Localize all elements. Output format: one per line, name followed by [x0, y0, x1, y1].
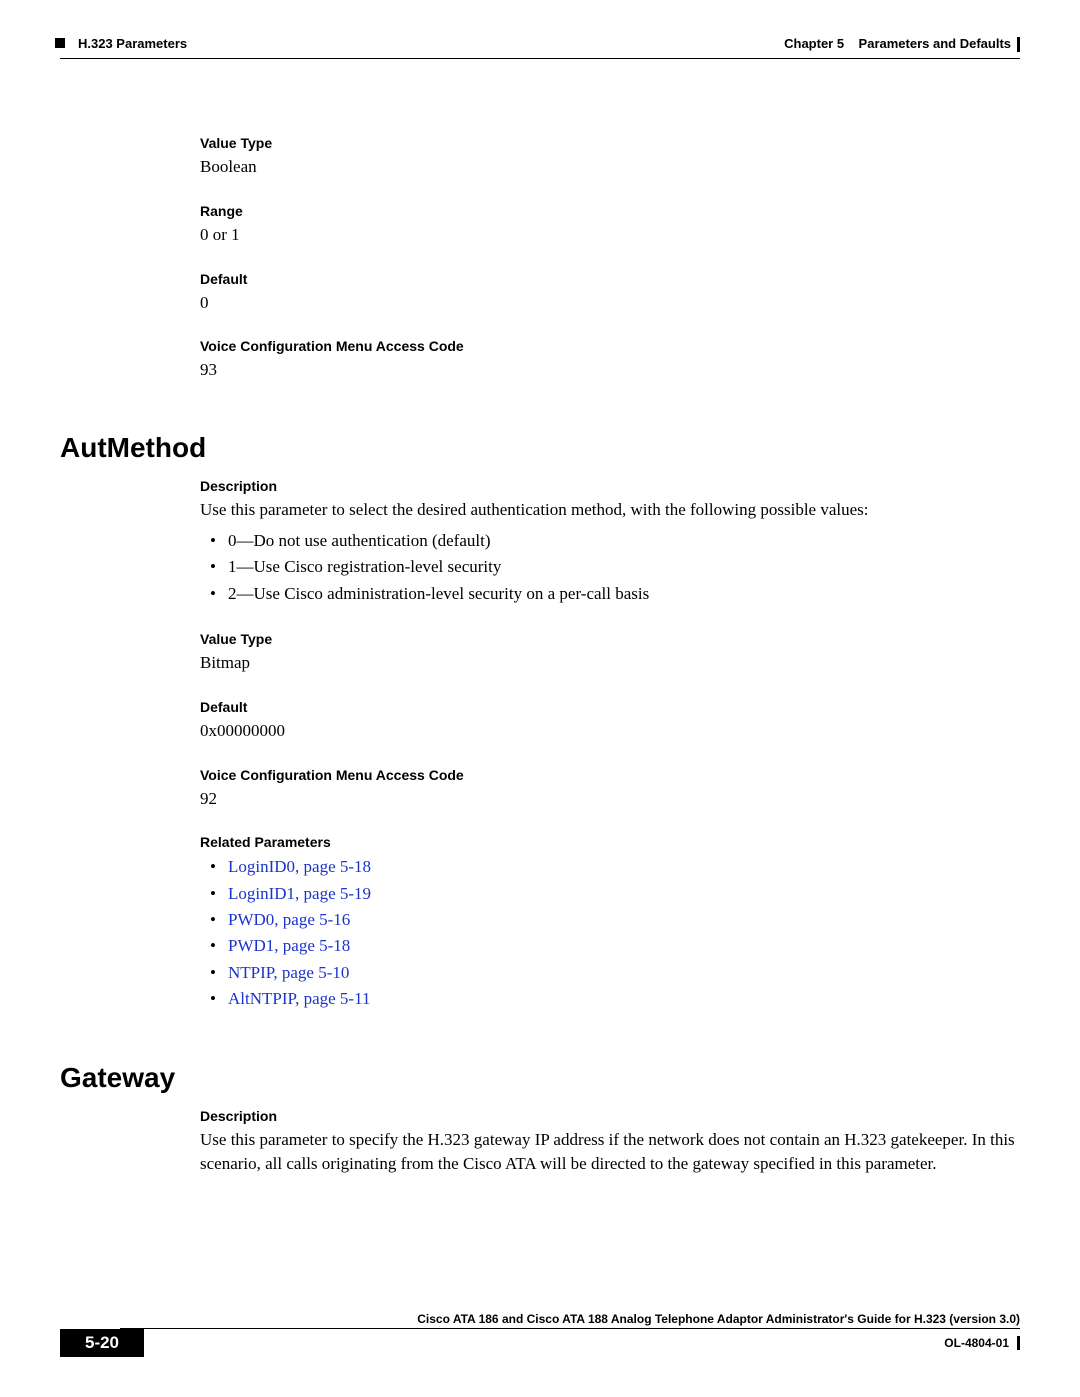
gateway-heading: Gateway: [60, 1062, 1020, 1094]
default-label: Default: [200, 271, 1020, 287]
related-link[interactable]: LoginID1, page 5-19: [228, 884, 371, 903]
default-value: 0x00000000: [200, 719, 1020, 743]
range-label: Range: [200, 203, 1020, 219]
autmethod-heading: AutMethod: [60, 432, 1020, 464]
list-item: AltNTPIP, page 5-11: [200, 986, 1020, 1012]
list-item: 0—Do not use authentication (default): [200, 528, 1020, 554]
default-value: 0: [200, 291, 1020, 315]
content-area: Value Type Boolean Range 0 or 1 Default …: [200, 59, 1020, 1176]
list-item: PWD0, page 5-16: [200, 907, 1020, 933]
access-code-label: Voice Configuration Menu Access Code: [200, 767, 1020, 783]
list-item: LoginID1, page 5-19: [200, 881, 1020, 907]
document-page: H.323 Parameters Chapter 5 Parameters an…: [0, 0, 1080, 1397]
description-label: Description: [200, 1108, 1020, 1124]
header-right-bar: [1017, 37, 1020, 52]
header-right-group: Chapter 5 Parameters and Defaults: [784, 36, 1020, 51]
gateway-description: Use this parameter to specify the H.323 …: [200, 1128, 1020, 1176]
autmethod-description: Use this parameter to select the desired…: [200, 498, 1020, 522]
list-item: 1—Use Cisco registration-level security: [200, 554, 1020, 580]
related-parameters-label: Related Parameters: [200, 834, 1020, 850]
description-label: Description: [200, 478, 1020, 494]
autmethod-value-list: 0—Do not use authentication (default) 1—…: [200, 528, 1020, 607]
value-type-value: Boolean: [200, 155, 1020, 179]
access-code-value: 92: [200, 787, 1020, 811]
related-link[interactable]: PWD0, page 5-16: [228, 910, 350, 929]
header-chapter-number: Chapter 5: [784, 36, 844, 51]
related-link[interactable]: LoginID0, page 5-18: [228, 857, 371, 876]
page-footer: Cisco ATA 186 and Cisco ATA 188 Analog T…: [60, 1312, 1020, 1357]
value-type-value: Bitmap: [200, 651, 1020, 675]
access-code-label: Voice Configuration Menu Access Code: [200, 338, 1020, 354]
list-item: 2—Use Cisco administration-level securit…: [200, 581, 1020, 607]
related-link[interactable]: AltNTPIP, page 5-11: [228, 989, 370, 1008]
header-chapter-title: Parameters and Defaults: [859, 36, 1011, 51]
footer-right-bar: [1017, 1336, 1020, 1350]
related-link[interactable]: NTPIP, page 5-10: [228, 963, 349, 982]
related-parameters-list: LoginID0, page 5-18 LoginID1, page 5-19 …: [200, 854, 1020, 1012]
range-value: 0 or 1: [200, 223, 1020, 247]
list-item: NTPIP, page 5-10: [200, 960, 1020, 986]
value-type-label: Value Type: [200, 631, 1020, 647]
page-number-badge: 5-20: [60, 1329, 144, 1357]
list-item: LoginID0, page 5-18: [200, 854, 1020, 880]
page-header: H.323 Parameters Chapter 5 Parameters an…: [60, 38, 1020, 59]
header-left-marker: [55, 38, 65, 48]
access-code-value: 93: [200, 358, 1020, 382]
related-link[interactable]: PWD1, page 5-18: [228, 936, 350, 955]
footer-doc-number: OL-4804-01: [944, 1336, 1009, 1350]
footer-rule: [120, 1328, 1020, 1329]
header-left-text: H.323 Parameters: [78, 36, 187, 51]
value-type-label: Value Type: [200, 135, 1020, 151]
footer-bar: 5-20 OL-4804-01: [60, 1329, 1020, 1357]
list-item: PWD1, page 5-18: [200, 933, 1020, 959]
footer-right: OL-4804-01: [144, 1329, 1020, 1357]
default-label: Default: [200, 699, 1020, 715]
header-chapter: Chapter 5 Parameters and Defaults: [784, 36, 1011, 51]
footer-guide-title: Cisco ATA 186 and Cisco ATA 188 Analog T…: [120, 1312, 1020, 1328]
